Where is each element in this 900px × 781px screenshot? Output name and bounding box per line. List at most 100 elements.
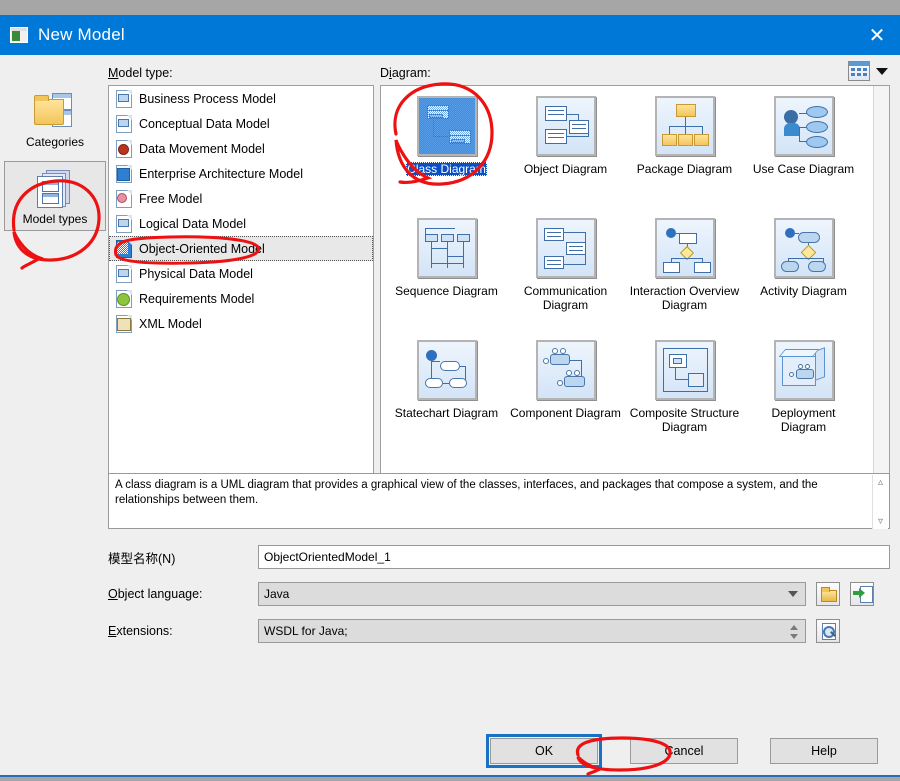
chevron-down-icon[interactable]: [788, 591, 798, 597]
diagram-item-label: Composite Structure Diagram: [629, 406, 741, 434]
diagram-item-label-text: Sequence Diagram: [395, 284, 498, 298]
model-type-item[interactable]: Data Movement Model: [109, 136, 373, 161]
diagram-item-label: Component Diagram: [510, 406, 622, 420]
object-language-browse-button[interactable]: [816, 582, 840, 606]
diagram-item[interactable]: Activity Diagram: [744, 214, 863, 336]
diagram-item-label-text: Activity Diagram: [760, 284, 847, 298]
model-type-item[interactable]: Logical Data Model: [109, 211, 373, 236]
extensions-inspect-button[interactable]: [816, 619, 840, 643]
diagram-item-label: Communication Diagram: [510, 284, 622, 312]
activity-diagram-icon: [773, 218, 834, 278]
object-language-select[interactable]: Java: [258, 582, 806, 606]
diagram-item-label-text: Component Diagram: [510, 406, 621, 420]
model-name-input[interactable]: [258, 545, 890, 569]
diagram-item-label: Package Diagram: [629, 162, 741, 176]
model-type-item[interactable]: Requirements Model: [109, 286, 373, 311]
spinner-down-icon[interactable]: [790, 634, 798, 639]
model-window-icon: [10, 27, 28, 43]
model-form: 模型名称(N) Object language: Java: [108, 545, 890, 656]
package-diagram-icon: [654, 96, 715, 156]
model-type-item[interactable]: Conceptual Data Model: [109, 111, 373, 136]
diagram-item[interactable]: Use Case Diagram: [744, 92, 863, 214]
model-type-item-label: Conceptual Data Model: [139, 116, 270, 131]
class-diagram-icon: [416, 96, 477, 156]
diagram-item[interactable]: Communication Diagram: [506, 214, 625, 336]
data-movement-model-icon: [115, 140, 132, 158]
diagram-item[interactable]: Deployment Diagram: [744, 336, 863, 458]
communication-diagram-icon: [535, 218, 596, 278]
model-type-label-rest: odel type:: [118, 66, 173, 80]
interaction-overview-diagram-icon: [654, 218, 715, 278]
model-type-item-label: Free Model: [139, 191, 203, 206]
free-model-icon: [115, 190, 132, 208]
component-diagram-icon: [535, 340, 596, 400]
diagram-item-label: Sequence Diagram: [391, 284, 503, 298]
list-view-icon[interactable]: [848, 61, 870, 81]
object-language-label: Object language:: [108, 587, 203, 601]
model-type-item[interactable]: Object-Oriented Model: [109, 236, 373, 261]
diagram-item[interactable]: Statechart Diagram: [387, 336, 506, 458]
close-icon[interactable]: ✕: [854, 15, 900, 55]
diagram-item[interactable]: Component Diagram: [506, 336, 625, 458]
diagram-item[interactable]: Composite Structure Diagram: [625, 336, 744, 458]
description-scrollbar[interactable]: ▵ ▿: [872, 475, 888, 529]
cancel-button[interactable]: Cancel: [630, 738, 738, 764]
diagram-item-label: Interaction Overview Diagram: [629, 284, 741, 312]
diagram-item-label: Deployment Diagram: [748, 406, 860, 434]
dialog-buttons: OK Cancel Help: [0, 734, 900, 768]
diagram-item-label: Class Diagram: [391, 162, 503, 176]
model-name-row: 模型名称(N): [108, 545, 890, 569]
object-language-row: Object language: Java: [108, 582, 890, 606]
extensions-value: WSDL for Java;: [264, 624, 348, 638]
diagram-item-label-text: Statechart Diagram: [394, 406, 499, 420]
diagram-panel[interactable]: Class Diagram Object Diagram Package Diagr…: [380, 85, 890, 488]
diagram-item[interactable]: Package Diagram: [625, 92, 744, 214]
diagram-item[interactable]: Class Diagram: [387, 92, 506, 214]
rail-item-model-types[interactable]: Model types: [4, 161, 106, 231]
chevron-down-icon[interactable]: ▿: [878, 514, 883, 529]
model-type-item-label: Enterprise Architecture Model: [139, 166, 303, 181]
diagram-item[interactable]: Object Diagram: [506, 92, 625, 214]
ok-button[interactable]: OK: [486, 734, 602, 768]
model-type-item-label: Object-Oriented Model: [139, 241, 265, 256]
model-type-item[interactable]: Physical Data Model: [109, 261, 373, 286]
object-diagram-icon: [535, 96, 596, 156]
diagram-item-label-text: Object Diagram: [523, 162, 608, 176]
model-type-listbox[interactable]: Business Process Model Conceptual Data Mo…: [108, 85, 374, 488]
rail-item-label: Model types: [22, 212, 88, 226]
model-type-item[interactable]: Enterprise Architecture Model: [109, 161, 373, 186]
diagram-item[interactable]: Sequence Diagram: [387, 214, 506, 336]
object-language-import-button[interactable]: [850, 582, 874, 606]
rail-item-label: Categories: [25, 135, 85, 149]
rail-item-categories[interactable]: Categories: [4, 85, 106, 153]
model-type-item-label: Physical Data Model: [139, 266, 253, 281]
chevron-down-icon[interactable]: [876, 68, 888, 75]
spinner-up-icon[interactable]: [790, 625, 798, 630]
model-types-icon: [32, 168, 78, 208]
object-oriented-model-icon: [115, 240, 132, 258]
diagram-item-label: Object Diagram: [510, 162, 622, 176]
model-type-label: Model type:: [108, 66, 173, 80]
diagram-item[interactable]: Interaction Overview Diagram: [625, 214, 744, 336]
help-button[interactable]: Help: [770, 738, 878, 764]
model-type-item[interactable]: Free Model: [109, 186, 373, 211]
model-type-item[interactable]: XML Model: [109, 311, 373, 336]
model-type-item-label: Logical Data Model: [139, 216, 247, 231]
extensions-field[interactable]: WSDL for Java;: [258, 619, 806, 643]
business-process-model-icon: [115, 90, 132, 108]
sequence-diagram-icon: [416, 218, 477, 278]
use-case-diagram-icon: [773, 96, 834, 156]
object-language-value: Java: [264, 587, 290, 601]
model-type-item[interactable]: Business Process Model: [109, 86, 373, 111]
diagram-item-label: Activity Diagram: [748, 284, 860, 298]
statechart-diagram-icon: [416, 340, 477, 400]
dialog-body: Categories Model types Model type: Diagr…: [0, 55, 900, 777]
diagram-item-label-text: Interaction Overview Diagram: [629, 284, 740, 312]
logical-data-model-icon: [115, 215, 132, 233]
diagram-scrollbar[interactable]: [873, 86, 889, 487]
diagram-item-label-text: Composite Structure Diagram: [629, 406, 740, 434]
chevron-up-icon[interactable]: ▵: [878, 475, 883, 490]
diagram-label: Diagram:: [380, 66, 431, 80]
screenshot-root: New Model ✕ Categories Model types Model: [0, 0, 900, 781]
model-name-label: 模型名称(N): [108, 551, 176, 566]
